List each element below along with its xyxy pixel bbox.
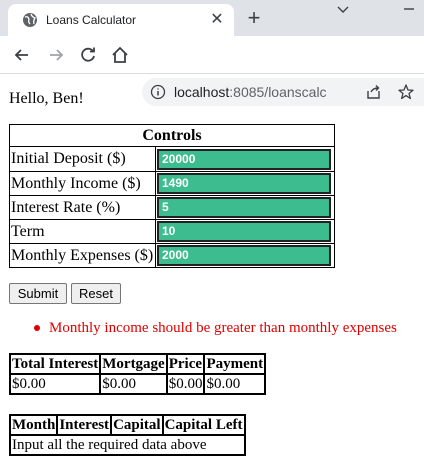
browser-tab[interactable]: Loans Calculator ✕ [8, 4, 234, 36]
url-path: :8085/loanscalc [229, 84, 327, 100]
interest-header: Interest [57, 415, 112, 435]
tab-title: Loans Calculator [46, 13, 137, 27]
browser-toolbar: localhost:8085/loanscalc [0, 36, 424, 106]
chevron-down-icon[interactable] [332, 2, 354, 20]
monthly-income-label: Monthly Income ($) [10, 171, 156, 195]
monthly-expenses-input[interactable]: 2000 [157, 245, 331, 266]
mortgage-header: Mortgage [100, 354, 167, 374]
interest-rate-input[interactable]: 5 [157, 197, 331, 218]
control-row: Initial Deposit ($) 20000 [10, 147, 334, 171]
table-row: $0.00 $0.00 $0.00 $0.00 [10, 374, 266, 394]
control-row: Monthly Expenses ($) 2000 [10, 243, 334, 267]
submit-button[interactable]: Submit [9, 283, 67, 304]
globe-icon [23, 13, 37, 27]
term-input[interactable]: 10 [157, 221, 331, 242]
error-message: Monthly income should be greater than mo… [34, 318, 397, 338]
forward-icon[interactable] [46, 45, 66, 65]
monthly-income-input[interactable]: 1490 [157, 173, 331, 194]
price-value: $0.00 [166, 374, 205, 394]
initial-deposit-input[interactable]: 20000 [157, 148, 331, 170]
info-icon[interactable] [150, 84, 166, 100]
total-interest-value: $0.00 [10, 374, 101, 394]
close-icon[interactable]: ✕ [208, 11, 226, 29]
capital-header: Capital [111, 415, 163, 435]
interest-rate-label: Interest Rate (%) [10, 195, 156, 219]
control-row: Interest Rate (%) 5 [10, 195, 334, 219]
controls-header: Controls [10, 125, 334, 147]
reset-button[interactable]: Reset [71, 283, 121, 304]
url-host: localhost [174, 84, 230, 100]
address-bar[interactable]: localhost:8085/loanscalc [142, 78, 424, 106]
payment-value: $0.00 [204, 374, 266, 394]
reload-icon[interactable] [78, 45, 98, 65]
controls-table: Controls Initial Deposit ($) 20000 Month… [9, 124, 335, 268]
monthly-expenses-label: Monthly Expenses ($) [10, 243, 156, 267]
greeting-text: Hello, Ben! [9, 90, 84, 107]
schedule-empty-message: Input all the required data above [10, 435, 245, 455]
url-text: localhost:8085/loanscalc [174, 84, 327, 100]
control-row: Term 10 [10, 219, 334, 243]
term-label: Term [10, 219, 156, 243]
capital-left-header: Capital Left [162, 415, 245, 435]
star-icon[interactable] [397, 83, 415, 101]
back-icon[interactable] [12, 45, 32, 65]
error-list: Monthly income should be greater than mo… [34, 318, 397, 338]
plus-icon[interactable]: + [243, 7, 265, 30]
control-row: Monthly Income ($) 1490 [10, 171, 334, 195]
table-row: Input all the required data above [10, 435, 245, 455]
price-header: Price [166, 354, 205, 374]
payment-header: Payment [204, 354, 266, 374]
share-icon[interactable] [365, 83, 383, 101]
home-icon[interactable] [110, 45, 130, 65]
minimize-icon[interactable] [398, 2, 420, 20]
mortgage-value: $0.00 [100, 374, 167, 394]
initial-deposit-label: Initial Deposit ($) [10, 147, 156, 171]
total-interest-header: Total Interest [10, 354, 101, 374]
results-table: Total Interest Mortgage Price Payment $0… [9, 353, 267, 395]
schedule-table: Month Interest Capital Capital Left Inpu… [9, 414, 246, 456]
month-header: Month [10, 415, 58, 435]
tab-strip: Loans Calculator ✕ + [0, 0, 424, 36]
